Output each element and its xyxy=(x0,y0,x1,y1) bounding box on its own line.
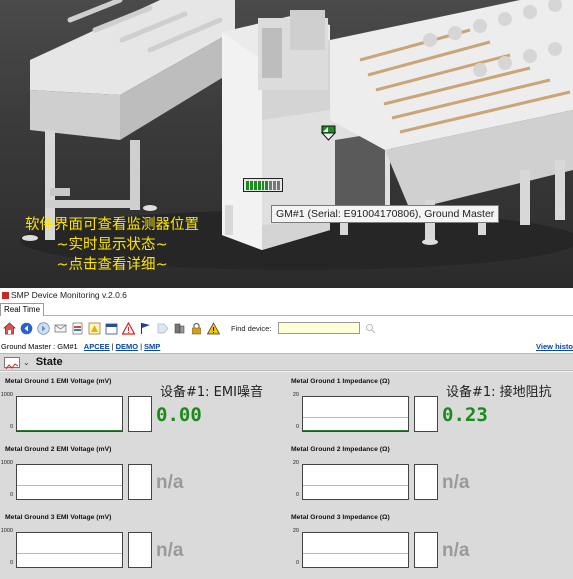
y-axis-min: 0 xyxy=(295,560,299,566)
metric-annotation: 设备#1: EMI噪音 xyxy=(160,385,263,400)
level-gauge xyxy=(414,532,438,568)
refresh-icon[interactable] xyxy=(36,321,50,335)
machine-3d-view: GM#1 (Serial: E91004170806), Ground Mast… xyxy=(0,0,573,288)
flag-icon[interactable] xyxy=(138,321,152,335)
trend-plot[interactable] xyxy=(16,464,123,500)
toolbar: Find device: xyxy=(0,316,573,340)
caption-line-2: ~实时显示状态~ xyxy=(56,237,168,253)
threshold-line xyxy=(303,553,408,554)
threshold-line xyxy=(303,485,408,486)
y-axis-max: 1000 xyxy=(0,528,13,534)
metric-annotation: 设备#1: 接地阻抗 xyxy=(446,385,552,400)
find-device-label: Find device: xyxy=(231,323,272,333)
trend-plot[interactable] xyxy=(302,464,409,500)
metric-ground1-impedance: Metal Ground 1 Impedance (Ω) 20 0 0.23 设… xyxy=(286,372,566,438)
y-axis-max: 20 xyxy=(292,460,299,466)
threshold-line xyxy=(17,553,122,554)
metric-ground2-impedance: Metal Ground 2 Impedance (Ω) 20 0 n/a xyxy=(286,440,566,506)
threshold-line xyxy=(17,485,122,486)
devices-icon[interactable] xyxy=(172,321,186,335)
metric-title: Metal Ground 2 EMI Voltage (mV) xyxy=(5,446,112,453)
app-icon xyxy=(2,291,9,299)
caption-line-1: 软件界面可查看监测器位置 xyxy=(25,217,199,233)
y-axis-min: 0 xyxy=(9,424,13,430)
metric-ground3-impedance: Metal Ground 3 Impedance (Ω) 20 0 n/a xyxy=(286,508,566,574)
metrics-panel: Metal Ground 1 EMI Voltage (mV) 1000 0 0… xyxy=(0,372,573,579)
metric-ground2-emi: Metal Ground 2 EMI Voltage (mV) 1000 0 n… xyxy=(0,440,280,506)
y-axis-max: 1000 xyxy=(0,392,13,398)
lock-icon[interactable] xyxy=(189,321,203,335)
device-tooltip: GM#1 (Serial: E91004170806), Ground Mast… xyxy=(271,205,500,223)
chevron-down-icon[interactable]: ⌄ xyxy=(23,358,30,367)
sensor-device-icon[interactable] xyxy=(243,178,283,192)
metric-value: 0.23 xyxy=(442,404,488,426)
breadcrumb-link-smp[interactable]: SMP xyxy=(144,342,160,351)
warning-icon[interactable] xyxy=(206,321,220,335)
tab-real-time[interactable]: Real Time xyxy=(0,303,45,316)
feature-caption: 软件界面可查看监测器位置 ~实时显示状态~ ~点击查看详细~ xyxy=(12,215,212,275)
report-icon[interactable] xyxy=(70,321,84,335)
metric-ground1-emi: Metal Ground 1 EMI Voltage (mV) 1000 0 0… xyxy=(0,372,280,438)
data-trace xyxy=(303,430,408,431)
metric-title: Metal Ground 3 Impedance (Ω) xyxy=(291,514,390,521)
y-axis-min: 0 xyxy=(295,492,299,498)
metric-value: n/a xyxy=(442,540,470,561)
metric-ground3-emi: Metal Ground 3 EMI Voltage (mV) 1000 0 n… xyxy=(0,508,280,574)
metric-value: 0.00 xyxy=(156,404,202,426)
mail-icon[interactable] xyxy=(53,321,67,335)
breadcrumb-device: Ground Master : GM#1 xyxy=(1,342,78,351)
y-axis-max: 20 xyxy=(292,392,299,398)
monitoring-app-window: SMP Device Monitoring v.2.0.6 Real Time … xyxy=(0,288,573,579)
metric-value: n/a xyxy=(442,472,470,493)
data-trace xyxy=(17,430,122,431)
chart-view-icon[interactable] xyxy=(4,356,20,369)
window-title: SMP Device Monitoring v.2.0.6 xyxy=(11,290,127,300)
tab-strip: Real Time xyxy=(0,302,573,316)
warning-report-icon[interactable] xyxy=(87,321,101,335)
home-icon[interactable] xyxy=(2,321,16,335)
trend-plot[interactable] xyxy=(16,532,123,568)
calendar-icon[interactable] xyxy=(104,321,118,335)
y-axis-max: 1000 xyxy=(0,460,13,466)
trend-plot[interactable] xyxy=(16,396,123,432)
view-history-link[interactable]: View histo xyxy=(536,342,573,351)
breadcrumb-link-demo[interactable]: DEMO xyxy=(116,342,139,351)
trend-plot[interactable] xyxy=(302,396,409,432)
breadcrumb: Ground Master : GM#1 APCEE | DEMO | SMP … xyxy=(0,340,573,353)
y-axis-min: 0 xyxy=(295,424,299,430)
level-gauge xyxy=(128,464,152,500)
level-gauge xyxy=(414,464,438,500)
state-header: ⌄ State xyxy=(0,353,573,371)
trend-plot[interactable] xyxy=(302,532,409,568)
find-device-input[interactable] xyxy=(278,322,361,334)
level-gauge xyxy=(414,396,438,432)
caption-line-3: ~点击查看详细~ xyxy=(56,257,168,273)
level-gauge xyxy=(128,396,152,432)
metric-title: Metal Ground 1 EMI Voltage (mV) xyxy=(5,378,112,385)
y-axis-max: 20 xyxy=(292,528,299,534)
search-icon[interactable] xyxy=(363,321,377,335)
y-axis-min: 0 xyxy=(9,560,13,566)
alarm-icon[interactable] xyxy=(121,321,135,335)
tag-icon[interactable] xyxy=(155,321,169,335)
metric-title: Metal Ground 2 Impedance (Ω) xyxy=(291,446,390,453)
back-icon[interactable] xyxy=(19,321,33,335)
state-title: State xyxy=(35,356,63,368)
breadcrumb-link-apcee[interactable]: APCEE xyxy=(84,342,110,351)
metric-title: Metal Ground 3 EMI Voltage (mV) xyxy=(5,514,112,521)
threshold-line xyxy=(303,417,408,418)
y-axis-min: 0 xyxy=(9,492,13,498)
window-titlebar: SMP Device Monitoring v.2.0.6 xyxy=(0,288,573,302)
level-gauge xyxy=(128,532,152,568)
metric-value: n/a xyxy=(156,540,184,561)
metric-title: Metal Ground 1 Impedance (Ω) xyxy=(291,378,390,385)
metric-value: n/a xyxy=(156,472,184,493)
